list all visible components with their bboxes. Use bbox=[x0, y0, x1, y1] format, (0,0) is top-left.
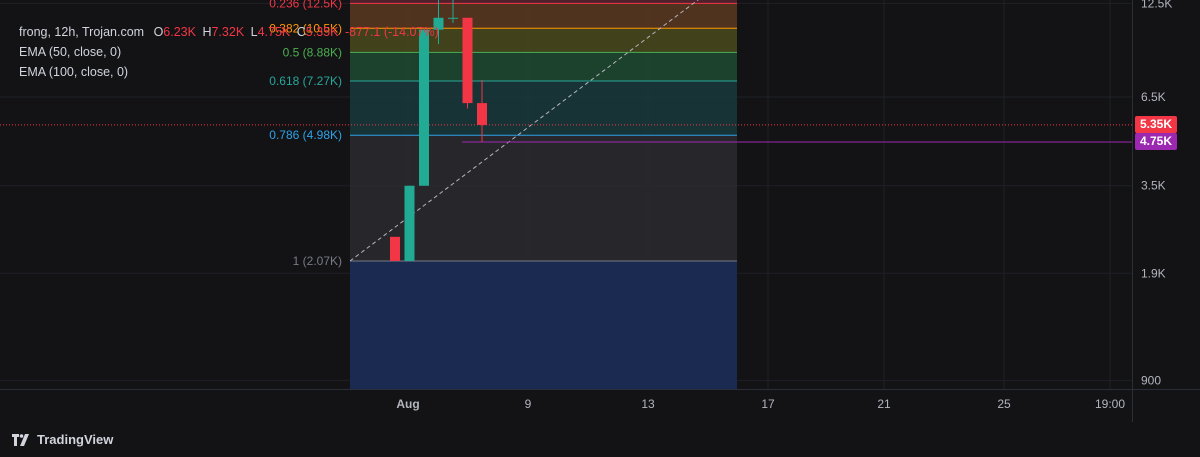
chart-panel[interactable]: 0 (15.7K)0.236 (12.5K)0.382 (10.5K)0.5 (… bbox=[0, 0, 1200, 457]
price-tick-5: 3.5K bbox=[1141, 179, 1166, 193]
time-tick-0: Aug bbox=[396, 397, 419, 411]
price-tick-4: 6.5K bbox=[1141, 90, 1166, 104]
ohlc-row: frong, 12h, Trojan.com O6.23K H7.32K L4.… bbox=[19, 22, 439, 42]
time-tick-1: 9 bbox=[525, 397, 532, 411]
candle-body-5 bbox=[462, 17, 473, 104]
candle-body-0 bbox=[390, 236, 400, 261]
price-tick-3: 12.5K bbox=[1141, 0, 1172, 10]
low-value: 4.75K bbox=[257, 25, 291, 39]
indicator-ema100[interactable]: EMA (100, close, 0) bbox=[19, 62, 439, 82]
footer-bar: TradingView bbox=[0, 422, 1200, 457]
open-value: 6.23K bbox=[163, 25, 196, 39]
open-label: O bbox=[153, 25, 164, 39]
low-label: L bbox=[250, 25, 258, 39]
change-value: -877.1 (-14.07%) bbox=[344, 25, 439, 39]
time-tick-3: 17 bbox=[761, 397, 775, 411]
tradingview-icon bbox=[12, 433, 29, 446]
candle-body-4 bbox=[448, 17, 458, 19]
time-tick-4: 21 bbox=[877, 397, 891, 411]
fib-zone-4 bbox=[350, 80, 737, 136]
indicator-ema50[interactable]: EMA (50, close, 0) bbox=[19, 42, 439, 62]
candle-body-1 bbox=[404, 185, 415, 261]
price-tick-7: 900 bbox=[1141, 373, 1161, 387]
close-value: 5.35K bbox=[305, 25, 339, 39]
fib-label-6: 1 (2.07K) bbox=[293, 254, 342, 268]
symbol-label[interactable]: frong, 12h, Trojan.com bbox=[19, 25, 144, 39]
tradingview-brand: TradingView bbox=[37, 432, 114, 447]
close-label: C bbox=[296, 25, 306, 39]
tradingview-logo[interactable]: TradingView bbox=[12, 432, 113, 447]
candle-body-6 bbox=[477, 103, 487, 125]
price-badge-3: 4.75K bbox=[1135, 133, 1178, 151]
time-tick-5: 25 bbox=[997, 397, 1011, 411]
fib-label-1: 0.236 (12.5K) bbox=[269, 0, 342, 10]
chart-legend: frong, 12h, Trojan.com O6.23K H7.32K L4.… bbox=[19, 22, 439, 82]
high-value: 7.32K bbox=[211, 25, 245, 39]
fib-zone-bottom bbox=[350, 261, 737, 389]
price-tick-6: 1.9K bbox=[1141, 266, 1166, 280]
fib-label-5: 0.786 (4.98K) bbox=[269, 128, 342, 142]
price-badge-2: 5.35K bbox=[1135, 116, 1178, 134]
time-tick-2: 13 bbox=[641, 397, 655, 411]
time-tick-6: 19:00 bbox=[1095, 397, 1125, 411]
